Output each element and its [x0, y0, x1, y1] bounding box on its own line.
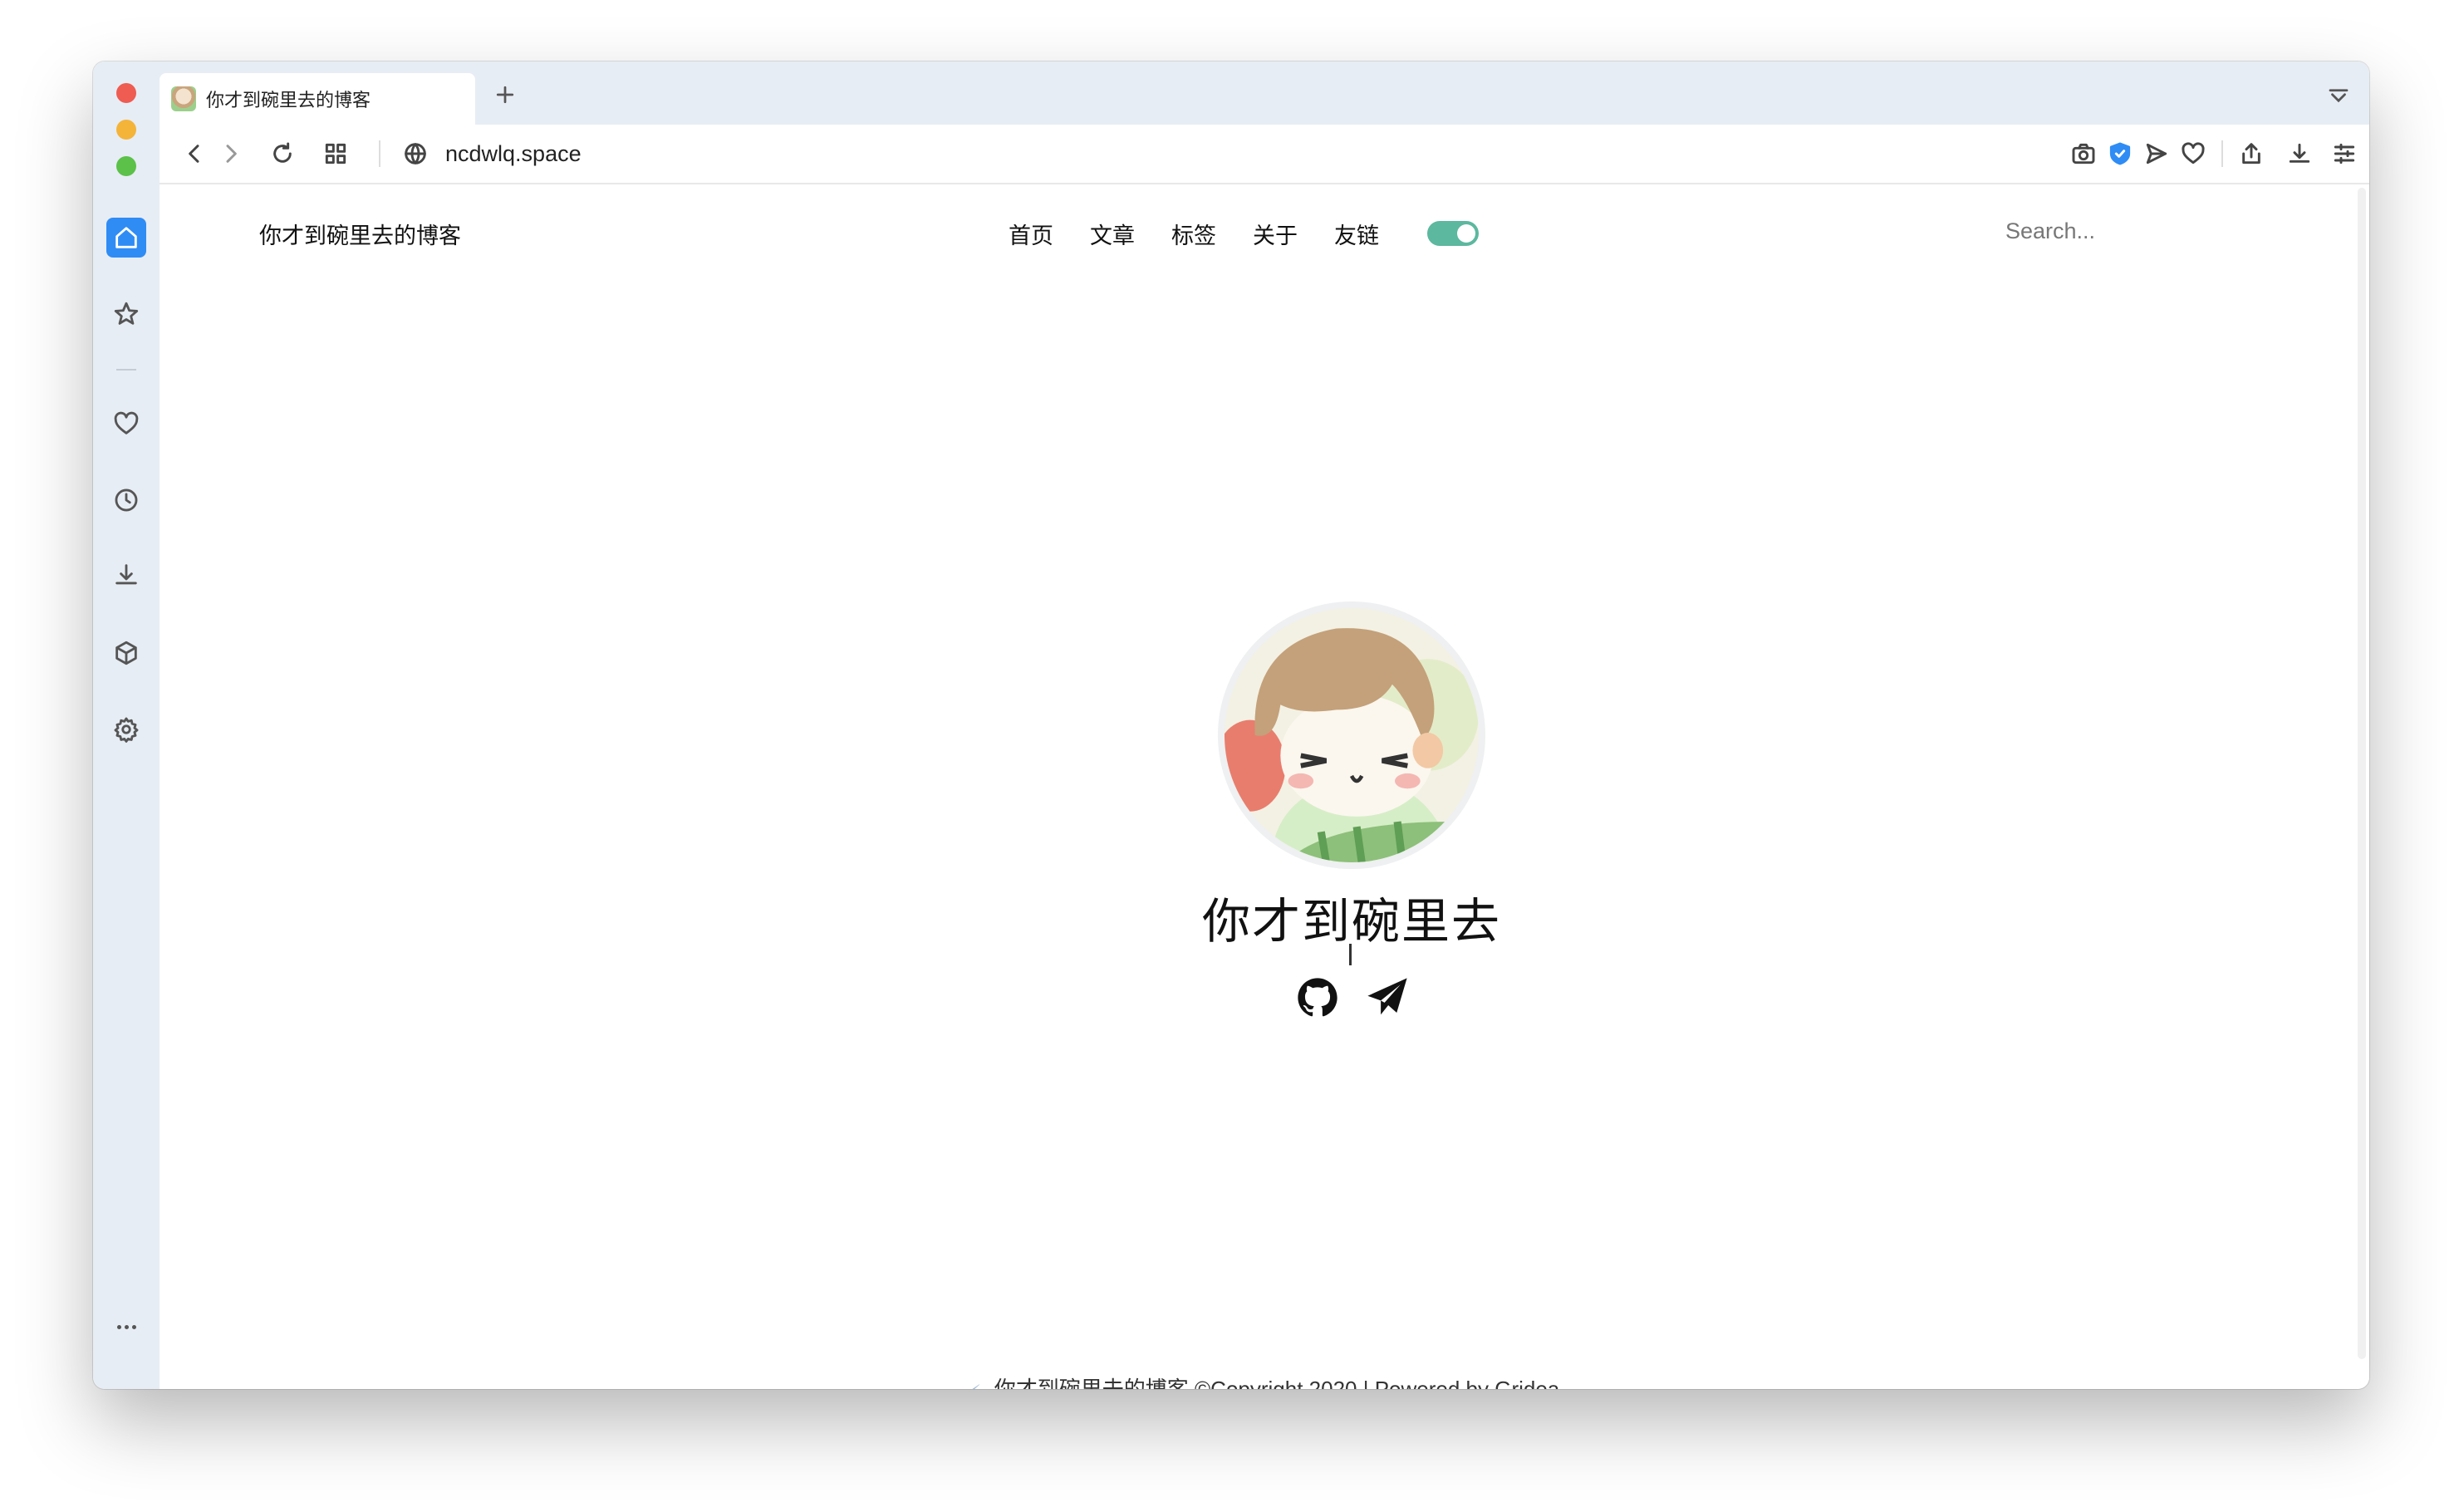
toolbar-divider — [379, 140, 380, 167]
reload-icon — [273, 142, 292, 163]
back-icon — [189, 145, 199, 163]
footer-text: 你才到碗里去的博客 ©Copyright 2020 | Powered by G… — [994, 1377, 1560, 1389]
grid-icon — [325, 143, 346, 164]
sidebar-home-button[interactable] — [106, 218, 146, 258]
filter-icon — [2329, 89, 2349, 103]
sidebar-downloads-button[interactable] — [106, 555, 146, 595]
github-icon — [1298, 978, 1337, 1017]
plus-icon — [496, 86, 514, 104]
more-icon[interactable] — [106, 1314, 146, 1339]
star-icon — [114, 302, 139, 325]
avatar — [1218, 601, 1485, 869]
social-links — [1203, 974, 1502, 1022]
package-icon — [115, 641, 137, 665]
typing-cursor — [1349, 944, 1352, 965]
address-bar[interactable]: ncdwlq.space — [445, 141, 582, 167]
github-link[interactable] — [1293, 974, 1342, 1022]
heart-icon — [2182, 142, 2205, 164]
site-nav: 首页 文章 标签 关于 友链 — [1009, 218, 1379, 250]
close-window-button[interactable] — [116, 83, 136, 103]
globe-icon — [405, 143, 426, 164]
toolbar-divider — [2221, 140, 2223, 167]
sidebar-separator — [116, 369, 136, 371]
send-button[interactable] — [2138, 135, 2175, 172]
new-tab-button[interactable] — [488, 78, 522, 111]
theme-toggle[interactable] — [1427, 221, 1479, 246]
toolbar-actions — [2065, 135, 2369, 172]
heart-icon — [114, 411, 139, 434]
nav-tags[interactable]: 标签 — [1171, 218, 1216, 250]
browser-toolbar: ncdwlq.space — [160, 125, 2369, 184]
sidebar-settings-button[interactable] — [106, 709, 146, 749]
tabs-grid-button[interactable] — [317, 135, 354, 172]
sidebar-likes-button[interactable] — [106, 404, 146, 444]
menu-button[interactable] — [2326, 135, 2363, 172]
browser-window: 你才到碗里去的博客 ncdwlq.space 你才到碗里去的博客 首页 文章 标… — [93, 61, 2369, 1389]
shield-check-icon — [2109, 142, 2131, 165]
reload-button[interactable] — [264, 135, 301, 172]
sidebar-extensions-button[interactable] — [106, 633, 146, 673]
forward-button[interactable] — [213, 135, 249, 172]
nav-friends[interactable]: 友链 — [1334, 218, 1379, 250]
sidebar-favorites-button[interactable] — [106, 294, 146, 334]
nav-posts[interactable]: 文章 — [1090, 218, 1135, 250]
favicon-icon — [171, 86, 196, 111]
avatar-illustration — [1225, 608, 1479, 862]
paper-plane-icon — [1367, 978, 1407, 1015]
site-title[interactable]: 你才到碗里去的博客 — [259, 218, 461, 250]
nav-about[interactable]: 关于 — [1253, 218, 1298, 250]
browser-sidebar — [93, 61, 160, 1389]
minimize-window-button[interactable] — [116, 120, 136, 140]
tab-list-button[interactable] — [2326, 83, 2354, 111]
page-scrollbar[interactable] — [2358, 188, 2366, 1359]
back-button[interactable] — [176, 135, 213, 172]
download-icon — [2289, 143, 2310, 163]
site-info-button[interactable] — [397, 135, 434, 172]
downloads-button[interactable] — [2281, 135, 2318, 172]
gear-icon — [114, 717, 139, 743]
nav-home[interactable]: 首页 — [1009, 218, 1053, 250]
clock-icon — [115, 488, 138, 512]
web-page: 你才到碗里去的博客 首页 文章 标签 关于 友链 Search... 你才到碗里… — [160, 184, 2369, 1389]
download-icon — [115, 564, 137, 585]
security-button[interactable] — [2102, 135, 2138, 172]
hero-name: 你才到碗里去 — [1201, 895, 1501, 949]
search-input[interactable] — [2005, 213, 2205, 249]
tab-title: 你才到碗里去的博客 — [206, 90, 371, 110]
site-footer: ⚡ 你才到碗里去的博客 ©Copyright 2020 | Powered by … — [160, 1372, 2369, 1389]
send-icon — [2146, 143, 2167, 164]
favorite-page-button[interactable] — [2175, 135, 2211, 172]
bolt-icon: ⚡ — [969, 1382, 981, 1389]
home-icon — [115, 227, 137, 248]
tab-bar: 你才到碗里去的博客 — [160, 61, 2369, 125]
menu-icon — [2334, 143, 2355, 164]
telegram-link[interactable] — [1363, 974, 1411, 1022]
forward-icon — [226, 145, 237, 163]
sidebar-history-button[interactable] — [106, 480, 146, 520]
zoom-window-button[interactable] — [116, 156, 136, 176]
share-icon — [2242, 143, 2260, 164]
camera-icon — [2072, 143, 2095, 164]
share-button[interactable] — [2233, 135, 2270, 172]
tab-active[interactable]: 你才到碗里去的博客 — [160, 73, 475, 125]
screenshot-button[interactable] — [2065, 135, 2102, 172]
